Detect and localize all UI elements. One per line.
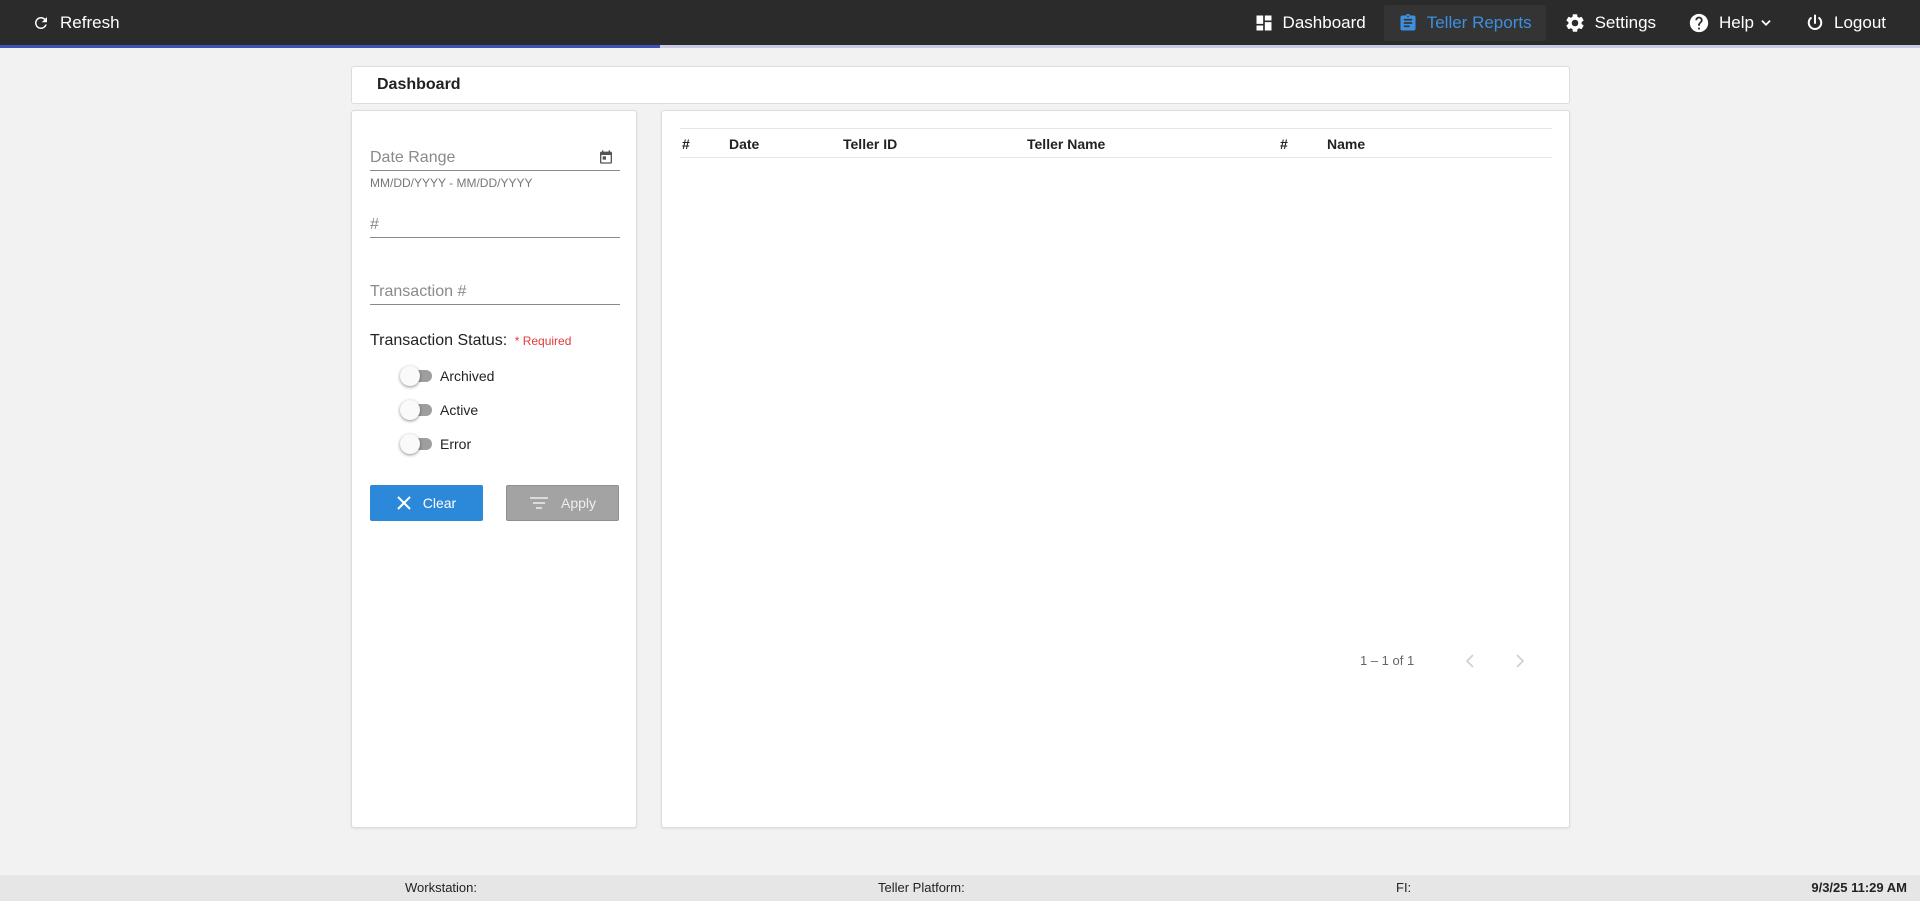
paginator: 1 – 1 of 1 — [660, 651, 1569, 671]
filter-icon — [529, 497, 548, 509]
toggle-active[interactable]: Active — [400, 399, 478, 421]
column-header-name[interactable]: Name — [1327, 129, 1365, 159]
nav-dashboard[interactable]: Dashboard — [1240, 5, 1380, 41]
clipboard-icon — [1400, 13, 1416, 31]
toggle-switch[interactable] — [400, 400, 436, 420]
results-panel: # Date Teller ID Teller Name # Name 1 – … — [661, 110, 1570, 828]
column-header-date[interactable]: Date — [729, 129, 759, 159]
refresh-button[interactable]: Refresh — [32, 0, 120, 45]
clear-button[interactable]: Clear — [370, 485, 483, 521]
page-title: Dashboard — [377, 76, 461, 93]
footer-fi: FI: — [1396, 880, 1412, 895]
toggle-switch[interactable] — [400, 434, 436, 454]
footer-workstation: Workstation: — [405, 880, 478, 895]
nav-teller-reports[interactable]: Teller Reports — [1383, 4, 1546, 41]
loading-progress-fill — [0, 45, 661, 48]
toggle-error-label: Error — [440, 436, 472, 452]
transaction-number-placeholder: Transaction # — [370, 283, 467, 300]
required-indicator: * Required — [514, 334, 572, 348]
nav-logout-label: Logout — [1834, 12, 1886, 32]
toggle-thumb — [400, 400, 420, 420]
nav-help-label: Help — [1719, 12, 1754, 32]
date-range-input[interactable]: Date Range — [370, 145, 620, 171]
nav-settings[interactable]: Settings — [1550, 5, 1670, 41]
apply-button[interactable]: Apply — [506, 485, 619, 521]
transaction-number-input[interactable]: Transaction # — [370, 279, 620, 305]
footer-datetime: 9/3/25 11:29 AM — [1811, 880, 1907, 895]
help-icon — [1689, 13, 1709, 32]
apply-button-label: Apply — [560, 495, 597, 511]
calendar-icon[interactable] — [598, 149, 614, 165]
nav-dashboard-label: Dashboard — [1282, 12, 1366, 32]
toggle-archived[interactable]: Archived — [400, 365, 494, 387]
transaction-number-field: Transaction # — [370, 279, 620, 305]
chevron-left-icon[interactable] — [1461, 651, 1481, 671]
toggle-switch[interactable] — [400, 366, 436, 386]
loading-progress-bar — [0, 45, 1920, 48]
toggle-thumb — [400, 434, 420, 454]
date-range-hint: MM/DD/YYYY - MM/DD/YYYY — [370, 176, 533, 190]
transaction-status-label: Transaction Status: * Required — [370, 332, 571, 350]
date-range-placeholder: Date Range — [370, 149, 456, 166]
column-header-number-2[interactable]: # — [1280, 129, 1288, 159]
date-range-field: Date Range MM/DD/YYYY - MM/DD/YYYY — [370, 145, 620, 190]
number-placeholder: # — [370, 216, 379, 233]
nav-teller-reports-label: Teller Reports — [1426, 12, 1532, 32]
nav-help[interactable]: Help — [1674, 5, 1787, 41]
power-icon — [1807, 14, 1823, 30]
nav-logout[interactable]: Logout — [1791, 5, 1900, 41]
toggle-archived-label: Archived — [440, 368, 495, 384]
chevron-right-icon[interactable] — [1509, 651, 1529, 671]
toggle-error[interactable]: Error — [400, 433, 471, 455]
status-footer: Workstation: Teller Platform: FI: 9/3/25… — [0, 875, 1920, 901]
top-bar: Refresh Dashboard Teller Reports Setting… — [0, 0, 1920, 45]
column-header-teller-name[interactable]: Teller Name — [1027, 129, 1105, 159]
nav-settings-label: Settings — [1594, 12, 1657, 32]
chevron-down-icon — [1761, 19, 1771, 26]
gear-icon — [1566, 13, 1584, 32]
toggle-thumb — [400, 366, 420, 386]
transaction-status-text: Transaction Status: — [370, 332, 508, 349]
number-input[interactable]: # — [370, 212, 620, 238]
close-icon — [397, 496, 411, 510]
column-header-teller-id[interactable]: Teller ID — [843, 129, 897, 159]
page-header-card: Dashboard — [351, 66, 1570, 104]
footer-teller-platform: Teller Platform: — [878, 880, 965, 895]
refresh-icon — [34, 16, 47, 29]
filter-panel: Date Range MM/DD/YYYY - MM/DD/YYYY # Tra… — [351, 110, 637, 828]
paginator-range-label: 1 – 1 of 1 — [1360, 653, 1415, 668]
main-nav: Dashboard Teller Reports Settings Help L… — [1236, 0, 1900, 45]
dashboard-icon — [1256, 15, 1272, 30]
table-header-row: # Date Teller ID Teller Name # Name — [680, 128, 1552, 158]
clear-button-label: Clear — [422, 495, 457, 511]
number-field: # — [370, 212, 620, 238]
refresh-label: Refresh — [60, 12, 120, 32]
column-header-number[interactable]: # — [682, 129, 690, 159]
toggle-active-label: Active — [440, 402, 479, 418]
